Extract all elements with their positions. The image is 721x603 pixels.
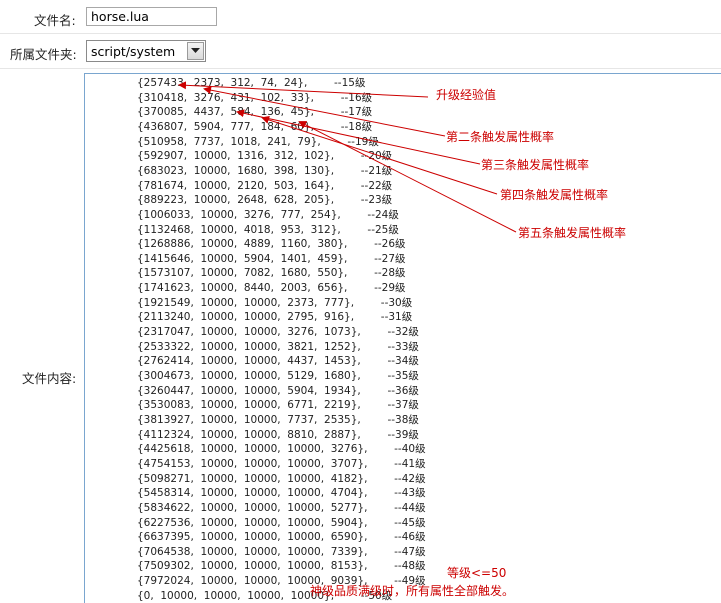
file-content-textarea[interactable]: {257433, 2373, 312, 74, 24}, --15级 {31041… — [84, 73, 721, 603]
code-line: {1921549, 10000, 10000, 2373, 777}, --30… — [137, 296, 413, 309]
code-line: {1415646, 10000, 5904, 1401, 459}, --27级 — [137, 252, 406, 265]
code-line: {1006033, 10000, 3276, 777, 254}, --24级 — [137, 208, 399, 221]
code-line: {510958, 7737, 1018, 241, 79}, --19级 — [137, 135, 379, 148]
code-line: {7064538, 10000, 10000, 10000, 7339}, --… — [137, 545, 426, 558]
code-line: {5098271, 10000, 10000, 10000, 4182}, --… — [137, 472, 426, 485]
code-line: {1268886, 10000, 4889, 1160, 380}, --26级 — [137, 238, 406, 251]
filename-label: 文件名: — [34, 13, 76, 28]
code-line: {310418, 3276, 431, 102, 33}, --16级 — [137, 91, 373, 104]
code-line: {6637395, 10000, 10000, 10000, 6590}, --… — [137, 531, 426, 544]
content-label: 文件内容: — [22, 371, 77, 386]
code-line: {3530083, 10000, 10000, 6771, 2219}, --3… — [137, 399, 419, 412]
folder-select[interactable]: script/system — [86, 40, 206, 62]
divider — [0, 68, 721, 69]
code-line: {2762414, 10000, 10000, 4437, 1453}, --3… — [137, 355, 419, 368]
code-line: {1573107, 10000, 7082, 1680, 550}, --28级 — [137, 267, 406, 280]
annotation-prob3: 第三条触发属性概率 — [481, 158, 590, 172]
code-line: {592907, 10000, 1316, 312, 102}, --20级 — [137, 150, 393, 163]
code-line: {2113240, 10000, 10000, 2795, 916}, --31… — [137, 311, 413, 324]
annotation-max-note: 神级品质满级时，所有属性全部触发。 — [310, 584, 515, 598]
annotation-level-cap: 等级<=50 — [447, 566, 507, 580]
annotation-prob5: 第五条触发属性概率 — [518, 226, 627, 240]
code-line: {1741623, 10000, 8440, 2003, 656}, --29级 — [137, 282, 406, 295]
code-line: {4754153, 10000, 10000, 10000, 3707}, --… — [137, 457, 426, 470]
code-line: {889223, 10000, 2648, 628, 205}, --23级 — [137, 194, 393, 207]
code-line: {4112324, 10000, 10000, 8810, 2887}, --3… — [137, 428, 419, 441]
folder-select-value: script/system — [91, 44, 176, 59]
code-line: {4425618, 10000, 10000, 10000, 3276}, --… — [137, 443, 426, 456]
chevron-down-icon[interactable] — [187, 42, 204, 60]
code-line: {436807, 5904, 777, 184, 60}, --18级 — [137, 120, 373, 133]
code-line: {781674, 10000, 2120, 503, 164}, --22级 — [137, 179, 393, 192]
folder-label: 所属文件夹: — [10, 47, 77, 62]
annotation-prob2: 第二条触发属性概率 — [446, 130, 555, 144]
code-line: {257433, 2373, 312, 74, 24}, --15级 — [137, 77, 366, 89]
code-line: {6227536, 10000, 10000, 10000, 5904}, --… — [137, 516, 426, 529]
code-line: {1132468, 10000, 4018, 953, 312}, --25级 — [137, 223, 399, 236]
filename-input[interactable]: horse.lua — [86, 7, 217, 26]
code-line: {683023, 10000, 1680, 398, 130}, --21级 — [137, 164, 393, 177]
annotation-prob4: 第四条触发属性概率 — [500, 188, 609, 202]
divider — [0, 33, 721, 34]
annotation-exp: 升级经验值 — [436, 88, 497, 102]
code-line: {370085, 4437, 584, 136, 45}, --17级 — [137, 106, 373, 119]
code-line: {3260447, 10000, 10000, 5904, 1934}, --3… — [137, 384, 419, 397]
code-line: {2533322, 10000, 10000, 3821, 1252}, --3… — [137, 340, 419, 353]
code-line: {2317047, 10000, 10000, 3276, 1073}, --3… — [137, 326, 419, 339]
code-line: {5458314, 10000, 10000, 10000, 4704}, --… — [137, 487, 426, 500]
code-line: {3004673, 10000, 10000, 5129, 1680}, --3… — [137, 370, 419, 382]
code-line: {7509302, 10000, 10000, 10000, 8153}, --… — [137, 560, 426, 573]
code-line: {5834622, 10000, 10000, 10000, 5277}, --… — [137, 501, 426, 514]
code-line: {3813927, 10000, 10000, 7737, 2535}, --3… — [137, 413, 419, 426]
